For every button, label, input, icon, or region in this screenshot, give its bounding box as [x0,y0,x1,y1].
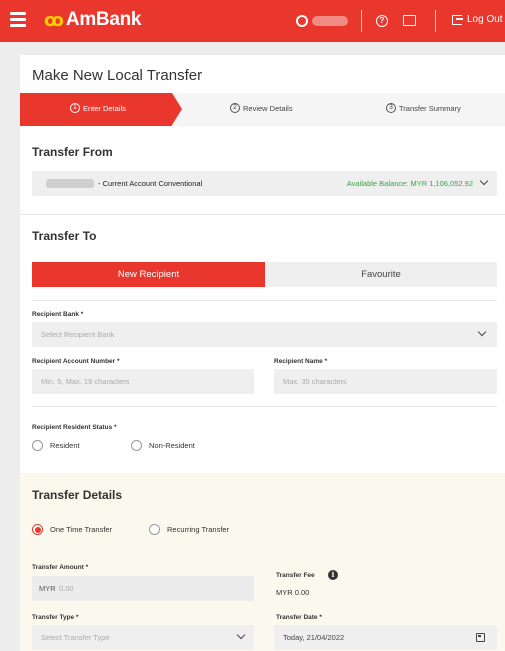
recipient-account-placeholder: Min. 5, Max. 19 characters [41,377,130,386]
active-step-arrow [172,93,182,125]
section-divider [20,214,505,215]
radio-non-resident[interactable]: Non-Resident [131,440,195,451]
menu-icon[interactable] [10,12,26,28]
logout-button[interactable]: Log Out [452,14,503,25]
tab-favourite[interactable]: Favourite [265,262,497,287]
logo-mark-icon: ꝏ [44,9,64,30]
recipient-bank-label: Recipient Bank * [32,311,84,318]
radio-circle-checked [32,524,43,535]
section-divider [32,300,497,301]
tab-new-recipient[interactable]: New Recipient [32,262,265,287]
transfer-to-title: Transfer To [32,229,97,243]
transfer-fee-value: MYR 0.00 [276,588,310,597]
recipient-bank-placeholder: Select Recipient Bank [41,330,115,339]
transfer-type-placeholder: Select Transfer Type [41,633,110,642]
recipient-account-input[interactable]: Min. 5, Max. 19 characters [32,369,254,394]
radio-one-time-transfer[interactable]: One Time Transfer [32,524,112,535]
recipient-type-toggle: New Recipient Favourite [32,262,497,287]
recipient-name-input[interactable]: Max. 35 characters [274,369,497,394]
step-transfer-summary: 3 Transfer Summary [386,103,461,113]
divider [435,10,436,32]
account-name: - Current Account Conventional [98,179,203,188]
transfer-type-label: Transfer Type * [32,614,79,621]
transfer-date-label: Transfer Date * [276,614,322,621]
transfer-amount-input[interactable]: MYR 0.00 [32,576,254,601]
chevron-down-icon [479,176,489,186]
logout-icon [452,14,463,25]
transfer-details-title: Transfer Details [32,488,123,502]
account-number-redacted [46,179,94,188]
radio-circle [131,440,142,451]
radio-recurring-transfer[interactable]: Recurring Transfer [149,524,229,535]
transfer-from-title: Transfer From [32,145,113,159]
from-account-select[interactable]: - Current Account Conventional Available… [32,171,497,196]
progress-stepper: 1 Enter Details 2 Review Details 3 Trans… [20,93,505,126]
transfer-type-select[interactable]: Select Transfer Type [32,625,254,650]
transfer-date-value: Today, 21/04/2022 [283,633,345,642]
chevron-down-icon [477,327,487,337]
user-name-redacted [312,16,348,26]
ambank-logo[interactable]: ꝏ AmBank [44,9,142,31]
info-icon[interactable]: i [328,570,338,580]
logout-label: Log Out [467,14,503,25]
calendar-icon [476,633,485,642]
page-title: Make New Local Transfer [32,67,203,84]
recipient-bank-select[interactable]: Select Recipient Bank [32,322,497,347]
message-icon[interactable] [403,15,416,26]
user-icon[interactable] [296,15,308,27]
amount-currency: MYR [39,584,56,593]
resident-status-label: Recipient Resident Status * [32,424,117,431]
chevron-down-icon [236,630,246,640]
brand-name: AmBank [65,9,142,30]
recipient-name-label: Recipient Name * [274,358,328,365]
amount-placeholder: 0.00 [59,584,74,593]
top-bar: ꝏ AmBank ? Log Out [0,0,505,42]
radio-circle [32,440,43,451]
step-enter-details: 1 Enter Details [70,103,126,113]
recipient-name-placeholder: Max. 35 characters [283,377,347,386]
section-divider [32,406,497,407]
help-icon[interactable]: ? [376,15,388,27]
transfer-amount-label: Transfer Amount * [32,564,89,571]
recipient-account-label: Recipient Account Number * [32,358,120,365]
transfer-date-picker[interactable]: Today, 21/04/2022 [274,625,497,650]
radio-resident[interactable]: Resident [32,440,80,451]
transfer-form-card: Make New Local Transfer 1 Enter Details … [20,55,505,651]
step-review-details: 2 Review Details [230,103,293,113]
available-balance: Available Balance: MYR 1,106,052.92 [346,179,473,188]
transfer-fee-label: Transfer Fee [276,572,315,579]
radio-circle [149,524,160,535]
divider [361,10,362,32]
